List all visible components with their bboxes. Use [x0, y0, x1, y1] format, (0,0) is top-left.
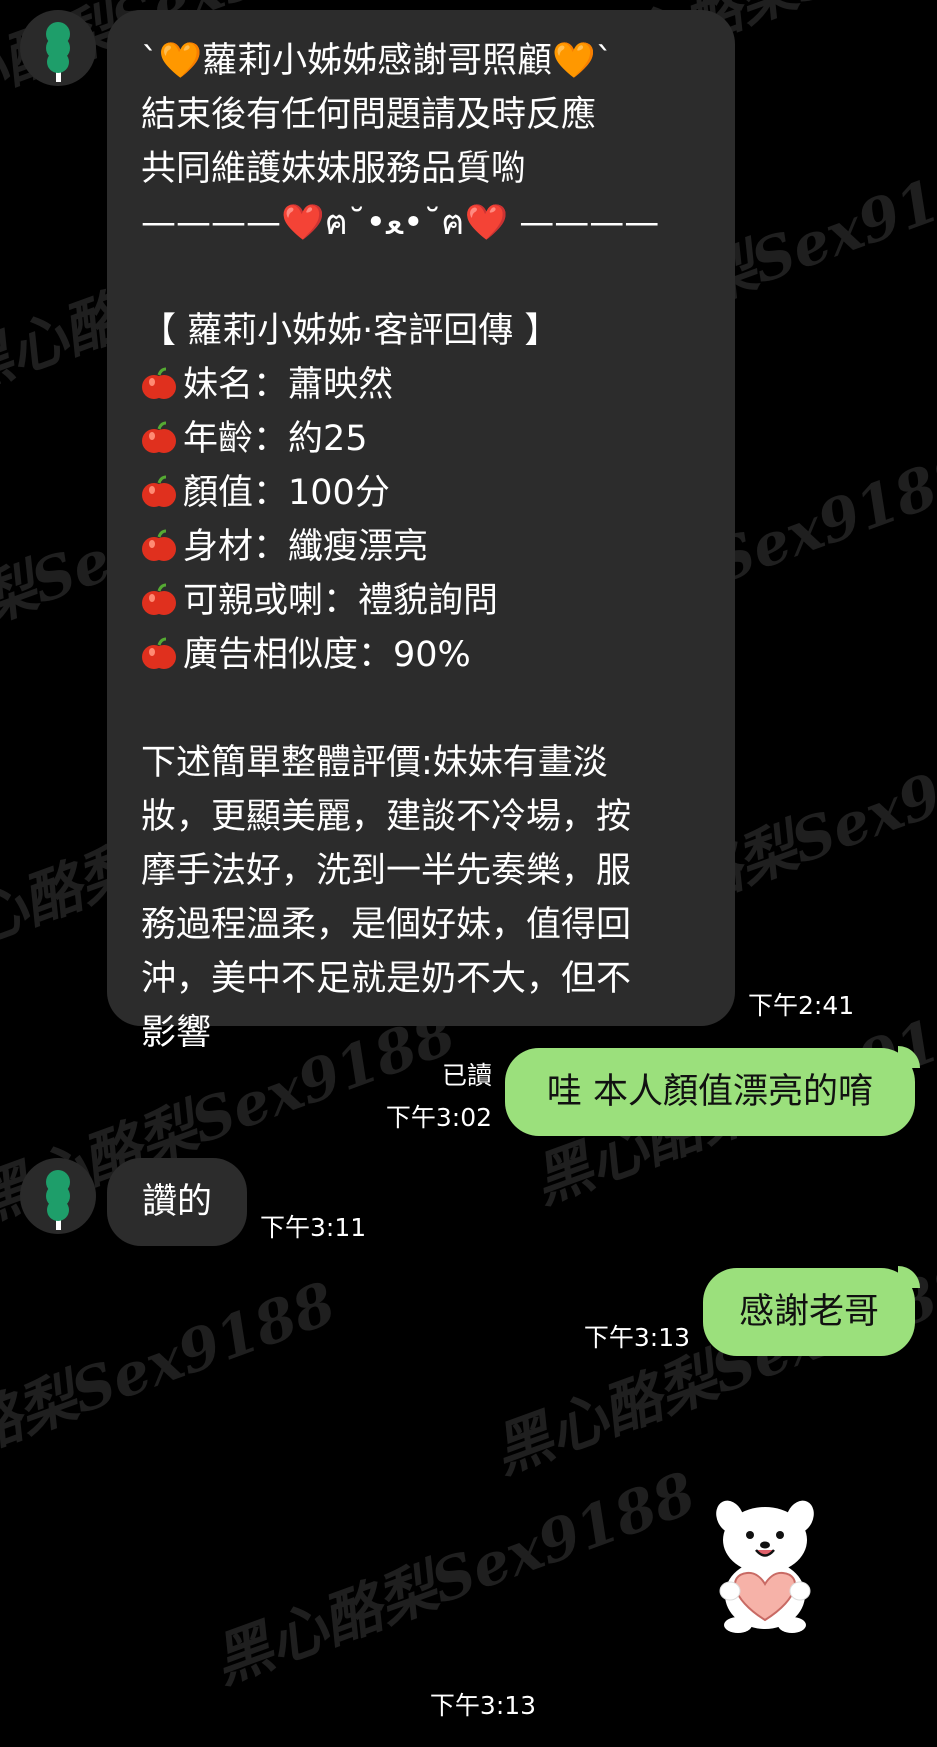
review-field: 妹名：蕭映然 [141, 358, 735, 412]
review-text-line: 下述簡單整體評價:妹妹有畫淡 [141, 743, 608, 783]
message-timestamp: 下午3:02 [385, 1103, 492, 1132]
outgoing-message[interactable]: 哇 本人顏值漂亮的唷 [505, 1048, 915, 1136]
message-line-blank [141, 250, 735, 304]
message-line: 共同維護妹妹服務品質喲 [141, 149, 527, 189]
field-label: 可親或喇： [183, 581, 359, 621]
message-line: `🧡蘿莉小姊姊感謝哥照顧🧡` [141, 41, 614, 81]
chat-thread: `🧡蘿莉小姊姊感謝哥照顧🧡` 結束後有任何問題請及時反應 共同維護妹妹服務品質喲… [0, 0, 937, 1747]
sticker-message[interactable] [700, 1495, 830, 1635]
field-value: 100分 [288, 473, 390, 513]
red-apple-icon [142, 637, 176, 669]
contact-avatar[interactable] [20, 1158, 96, 1234]
field-value: 約25 [288, 419, 368, 459]
review-text-line: 沖，美中不足就是奶不大，但不 [141, 959, 632, 999]
red-apple-icon [142, 583, 176, 615]
message-line-blank [141, 682, 735, 736]
red-apple-icon [142, 367, 176, 399]
outgoing-message[interactable]: 感謝老哥 [703, 1268, 915, 1356]
field-value: 蕭映然 [288, 365, 394, 405]
review-field: 年齡：約25 [141, 412, 735, 466]
green-dango-avatar-icon [46, 1170, 70, 1230]
message-timestamp: 下午3:13 [429, 1691, 537, 1720]
incoming-message-review[interactable]: `🧡蘿莉小姊姊感謝哥照顧🧡` 結束後有任何問題請及時反應 共同維護妹妹服務品質喲… [107, 10, 735, 1053]
review-field: 廣告相似度：90% [141, 628, 735, 682]
message-timestamp: 下午3:11 [260, 1213, 367, 1242]
incoming-message[interactable]: 讚的 [107, 1158, 247, 1246]
review-text-line: 摩手法好，洗到一半先奏樂，服 [141, 851, 632, 891]
review-field: 可親或喇：禮貌詢問 [141, 574, 735, 628]
message-timestamp: 下午2:41 [748, 991, 855, 1020]
message-timestamp: 下午3:13 [583, 1323, 690, 1352]
red-apple-icon [142, 421, 176, 453]
red-apple-icon [142, 529, 176, 561]
message-line: 結束後有任何問題請及時反應 [141, 95, 597, 135]
red-apple-icon [142, 475, 176, 507]
message-line: ————❤️ฅ˘•ﻌ•˘ฅ❤️ ———— [141, 203, 660, 243]
read-receipt: 已讀 [441, 1061, 492, 1090]
field-label: 妹名： [183, 365, 289, 405]
field-label: 年齡： [183, 419, 289, 459]
review-field: 身材：纖瘦漂亮 [141, 520, 735, 574]
bubble-tail [898, 1046, 920, 1068]
bubble-tail [898, 1266, 920, 1288]
field-label: 顏值： [183, 473, 289, 513]
field-value: 90% [393, 635, 471, 675]
field-value: 禮貌詢問 [358, 581, 499, 621]
contact-avatar[interactable] [20, 10, 96, 86]
review-header: 【 蘿莉小姊姊·客評回傳 】 [141, 311, 560, 351]
field-label: 身材： [183, 527, 289, 567]
review-text-line: 妝，更顯美麗，建談不冷場，按 [141, 797, 632, 837]
field-value: 纖瘦漂亮 [288, 527, 429, 567]
bear-holding-heart-icon [716, 1500, 814, 1633]
field-label: 廣告相似度： [183, 635, 394, 675]
review-field: 顏值：100分 [141, 466, 735, 520]
review-text-line: 務過程溫柔，是個好妹，值得回 [141, 905, 632, 945]
green-dango-avatar-icon [46, 22, 70, 82]
